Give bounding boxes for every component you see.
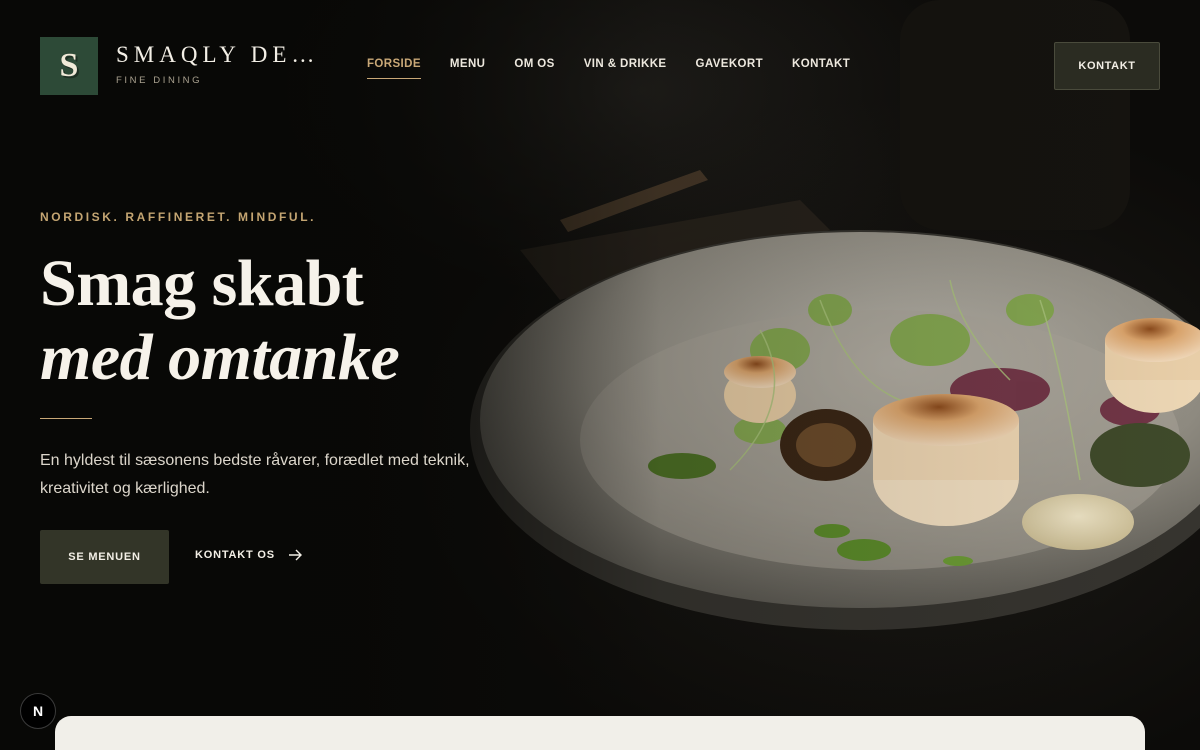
brand-tagline: FINE DINING xyxy=(116,75,203,86)
main-nav: FORSIDE MENU OM OS VIN & DRIKKE GAVEKORT… xyxy=(367,58,850,79)
logo-letter: S xyxy=(59,47,79,84)
contact-us-link[interactable]: KONTAKT OS xyxy=(195,549,303,561)
logo[interactable]: S xyxy=(40,37,98,95)
nav-item-om-os[interactable]: OM OS xyxy=(514,58,554,79)
nav-item-gavekort[interactable]: GAVEKORT xyxy=(696,58,764,79)
hero-headline: Smag skabt med omtanke xyxy=(40,247,400,395)
see-menu-button[interactable]: SE MENUEN xyxy=(40,530,169,584)
nav-item-kontakt[interactable]: KONTAKT xyxy=(792,58,850,79)
content-card xyxy=(55,716,1145,750)
nav-item-forside[interactable]: FORSIDE xyxy=(367,58,421,79)
contact-us-label: KONTAKT OS xyxy=(195,549,275,561)
hero-eyebrow: NORDISK. RAFFINERET. MINDFUL. xyxy=(40,210,317,224)
hero-lead: En hyldest til sæsonens bedste råvarer, … xyxy=(40,452,470,497)
hero-divider xyxy=(40,418,92,419)
header-contact-button[interactable]: KONTAKT xyxy=(1054,42,1160,90)
nav-item-menu[interactable]: MENU xyxy=(450,58,485,79)
framework-badge[interactable]: N xyxy=(20,693,56,729)
brand-name[interactable]: SMAQLY DE… xyxy=(116,42,319,68)
arrow-right-icon xyxy=(288,549,302,561)
hero-headline-line1: Smag skabt xyxy=(40,247,364,320)
hero-headline-line2: med omtanke xyxy=(40,321,400,394)
nav-item-vin-drikke[interactable]: VIN & DRIKKE xyxy=(584,58,667,79)
